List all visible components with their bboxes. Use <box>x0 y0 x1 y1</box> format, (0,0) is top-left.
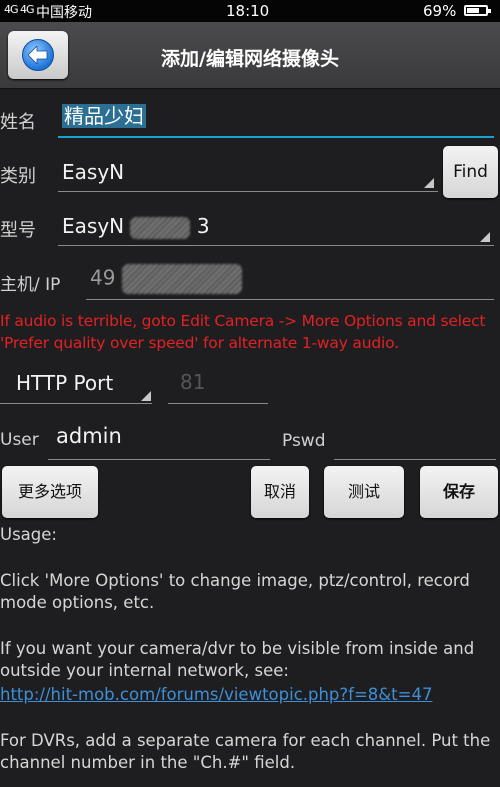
password-input[interactable] <box>334 422 496 460</box>
category-select[interactable]: EasyN <box>58 156 438 192</box>
name-value: 精品少妇 <box>62 104 146 128</box>
help-link[interactable]: http://hit-mob.com/forums/viewtopic.php?… <box>0 684 500 706</box>
clock: 18:10 <box>226 2 270 20</box>
battery-fill <box>467 8 479 13</box>
find-button[interactable]: Find <box>443 146 498 198</box>
name-label: 姓名 <box>0 112 36 133</box>
signal-indicator: 4G 4G <box>4 3 35 16</box>
user-input[interactable]: admin <box>48 422 270 460</box>
usage-paragraph-1: Click 'More Options' to change image, pt… <box>0 571 470 612</box>
more-options-button[interactable]: 更多选项 <box>2 466 98 518</box>
model-suffix: 3 <box>196 214 210 238</box>
usage-paragraph-3: For DVRs, add a separate camera for each… <box>0 731 491 772</box>
cancel-button[interactable]: 取消 <box>251 466 309 518</box>
battery-percent: 69% <box>423 2 457 20</box>
carrier-name: 中国移动 <box>36 5 92 21</box>
battery-icon <box>464 5 491 16</box>
model-select[interactable]: EasyN 3 <box>58 210 494 246</box>
port-type-select[interactable]: HTTP Port <box>0 366 152 404</box>
redacted-area <box>121 264 242 294</box>
category-value: EasyN <box>62 160 125 184</box>
status-bar: 4G 4G 中国移动 18:10 69% <box>0 0 500 22</box>
title-bar: 添加/编辑网络摄像头 <box>0 22 500 89</box>
dropdown-triangle-icon <box>141 391 151 401</box>
usage-paragraph-2: If you want your camera/dvr to be visibl… <box>0 639 475 680</box>
dropdown-triangle-icon <box>480 232 490 242</box>
port-value: 81 <box>180 370 206 394</box>
user-label: User <box>0 430 39 450</box>
host-label: 主机/ IP <box>0 275 61 295</box>
audio-warning: If audio is terrible, goto Edit Camera -… <box>0 312 486 352</box>
host-value: 49 <box>90 265 116 290</box>
dropdown-triangle-icon <box>424 178 434 188</box>
port-type-value: HTTP Port <box>16 371 114 395</box>
test-button[interactable]: 测试 <box>324 466 404 518</box>
pswd-label: Pswd <box>282 431 326 451</box>
model-label: 型号 <box>0 220 36 241</box>
usage-title: Usage: <box>0 525 57 544</box>
host-input[interactable]: 49 <box>86 260 494 300</box>
name-input[interactable]: 精品少妇 <box>58 100 494 138</box>
user-value: admin <box>56 424 122 448</box>
category-label: 类别 <box>0 166 36 187</box>
save-button[interactable]: 保存 <box>420 466 498 518</box>
redacted-area <box>130 216 191 239</box>
model-value: EasyN <box>62 214 125 238</box>
port-input[interactable]: 81 <box>168 366 268 404</box>
page-title: 添加/编辑网络摄像头 <box>161 48 339 70</box>
